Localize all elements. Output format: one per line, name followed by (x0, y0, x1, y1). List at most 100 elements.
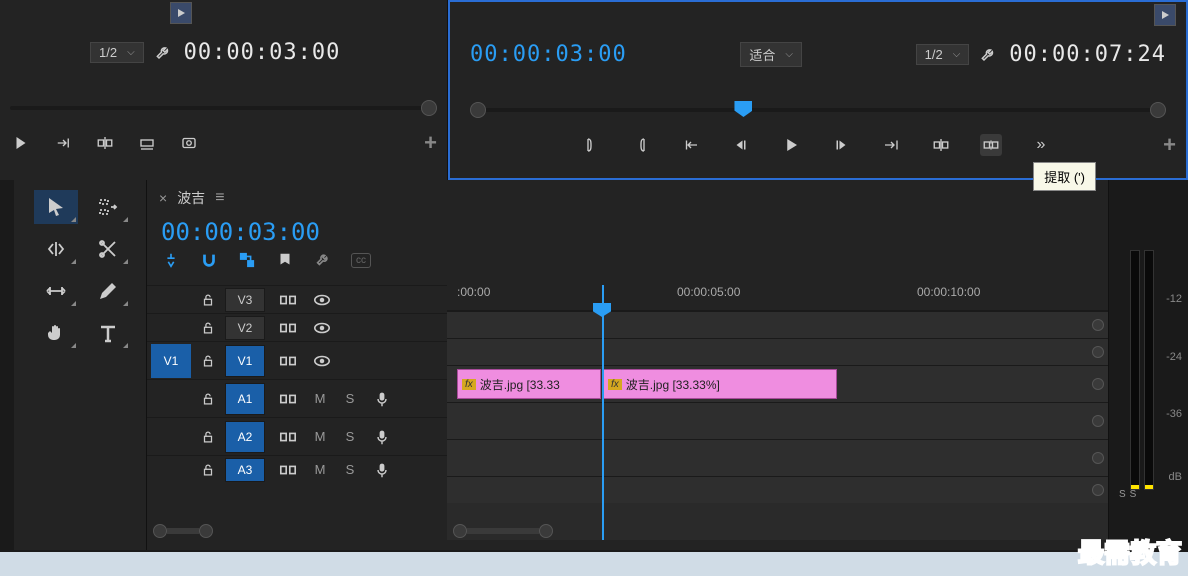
program-scrub-bar[interactable] (470, 102, 1166, 118)
sync-lock-icon[interactable] (279, 320, 297, 336)
track-label[interactable]: A3 (225, 458, 265, 482)
step-forward-icon[interactable] (52, 132, 74, 154)
track-header-a1[interactable]: A1 M S (147, 379, 447, 417)
source-timecode[interactable]: 00:00:03:00 (184, 40, 341, 65)
marker-icon[interactable] (275, 250, 295, 270)
settings-wrench-icon[interactable] (313, 250, 333, 270)
add-button-icon[interactable]: + (1163, 132, 1176, 158)
keyframe-knob[interactable] (1092, 346, 1104, 358)
track-header-v1[interactable]: V1 V1 (147, 341, 447, 379)
scrub-handle-end[interactable] (1150, 102, 1166, 118)
keyframe-knob[interactable] (1092, 452, 1104, 464)
track-label[interactable]: A2 (225, 421, 265, 453)
sync-lock-icon[interactable] (279, 353, 297, 369)
add-button-icon[interactable]: + (424, 130, 437, 156)
solo-button[interactable]: S (343, 429, 357, 444)
go-to-out-icon[interactable] (880, 134, 902, 156)
track-label[interactable]: V2 (225, 316, 265, 340)
go-to-in-icon[interactable] (680, 134, 702, 156)
timeline-timecode[interactable]: 00:00:03:00 (161, 218, 1108, 246)
lane-a2[interactable] (447, 439, 1108, 476)
wrench-icon[interactable] (979, 45, 999, 65)
lock-icon[interactable] (201, 430, 215, 444)
track-select-tool[interactable] (86, 190, 130, 224)
video-clip[interactable]: fx 波吉.jpg [33.33 (457, 369, 601, 399)
lock-icon[interactable] (201, 392, 215, 406)
solo-button[interactable]: S (343, 391, 357, 406)
sequence-tab-name[interactable]: 波吉 (177, 188, 205, 208)
play-icon[interactable] (780, 134, 802, 156)
insert-icon[interactable] (94, 132, 116, 154)
playhead-marker[interactable] (734, 101, 752, 117)
track-header-a3[interactable]: A3 M S (147, 455, 447, 483)
program-timecode-out[interactable]: 00:00:07:24 (1009, 42, 1166, 67)
source-scrub-bar[interactable] (10, 100, 437, 116)
eye-icon[interactable] (313, 353, 331, 369)
lane-a3[interactable] (447, 476, 1108, 503)
keyframe-knob[interactable] (1092, 415, 1104, 427)
sync-lock-icon[interactable] (279, 391, 297, 407)
source-zoom-dropdown[interactable]: 1/2 ⌵ (90, 42, 144, 63)
lane-v2[interactable] (447, 338, 1108, 365)
video-clip[interactable]: fx 波吉.jpg [33.33%] (603, 369, 837, 399)
sync-lock-icon[interactable] (279, 462, 297, 478)
lane-v3[interactable] (447, 311, 1108, 338)
track-header-v3[interactable]: V3 (147, 285, 447, 313)
sync-lock-icon[interactable] (279, 429, 297, 445)
captions-badge[interactable]: cc (351, 253, 371, 268)
lane-v1[interactable]: fx 波吉.jpg [33.33 fx 波吉.jpg [33.33%] (447, 365, 1108, 402)
snap-icon[interactable] (199, 250, 219, 270)
export-frame-icon[interactable] (178, 132, 200, 154)
keyframe-knob[interactable] (1092, 378, 1104, 390)
scrub-handle-end[interactable] (421, 100, 437, 116)
lane-a1[interactable] (447, 402, 1108, 439)
time-ruler[interactable]: :00:00 00:00:05:00 00:00:10:00 (447, 285, 1108, 311)
lift-icon[interactable] (930, 134, 952, 156)
track-header-v2[interactable]: V2 (147, 313, 447, 341)
fit-dropdown[interactable]: 适合 ⌵ (740, 42, 802, 67)
fx-badge-icon[interactable]: fx (608, 379, 622, 390)
hand-tool[interactable] (34, 316, 78, 350)
track-label[interactable]: V3 (225, 288, 265, 312)
lock-icon[interactable] (201, 463, 215, 477)
program-zoom-dropdown[interactable]: 1/2 ⌵ (916, 44, 970, 65)
mark-out-icon[interactable] (630, 134, 652, 156)
sync-lock-icon[interactable] (279, 292, 297, 308)
keyframe-knob[interactable] (1092, 319, 1104, 331)
voiceover-mic-icon[interactable] (373, 429, 391, 445)
selection-tool[interactable] (34, 190, 78, 224)
lock-icon[interactable] (201, 293, 215, 307)
source-patch-v1[interactable]: V1 (151, 344, 191, 378)
lock-icon[interactable] (201, 354, 215, 368)
overwrite-icon[interactable] (136, 132, 158, 154)
mute-button[interactable]: M (313, 462, 327, 477)
mark-in-icon[interactable] (580, 134, 602, 156)
step-forward-icon[interactable] (830, 134, 852, 156)
mute-button[interactable]: M (313, 391, 327, 406)
panel-menu-icon[interactable]: ≡ (215, 189, 224, 207)
track-lanes[interactable]: :00:00 00:00:05:00 00:00:10:00 fx 波吉.jpg… (447, 285, 1108, 540)
type-tool[interactable] (86, 316, 130, 350)
nest-icon[interactable] (161, 250, 181, 270)
voiceover-mic-icon[interactable] (373, 391, 391, 407)
pen-tool[interactable] (86, 274, 130, 308)
lock-icon[interactable] (201, 321, 215, 335)
voiceover-mic-icon[interactable] (373, 462, 391, 478)
slip-tool[interactable] (34, 274, 78, 308)
razor-tool[interactable] (86, 232, 130, 266)
timeline-h-scroll[interactable] (453, 524, 1102, 538)
wrench-icon[interactable] (154, 43, 174, 63)
mute-button[interactable]: M (313, 429, 327, 444)
playhead-line[interactable] (602, 285, 604, 540)
scrub-handle-start[interactable] (470, 102, 486, 118)
tab-close-icon[interactable]: × (159, 190, 167, 206)
keyframe-knob[interactable] (1092, 484, 1104, 496)
program-timecode-in[interactable]: 00:00:03:00 (470, 42, 627, 67)
extract-icon[interactable] (980, 134, 1002, 156)
linked-selection-icon[interactable] (237, 250, 257, 270)
track-label[interactable]: V1 (225, 345, 265, 377)
track-label[interactable]: A1 (225, 383, 265, 415)
solo-left[interactable]: S (1119, 489, 1126, 500)
step-back-icon[interactable] (730, 134, 752, 156)
play-icon[interactable] (10, 132, 32, 154)
